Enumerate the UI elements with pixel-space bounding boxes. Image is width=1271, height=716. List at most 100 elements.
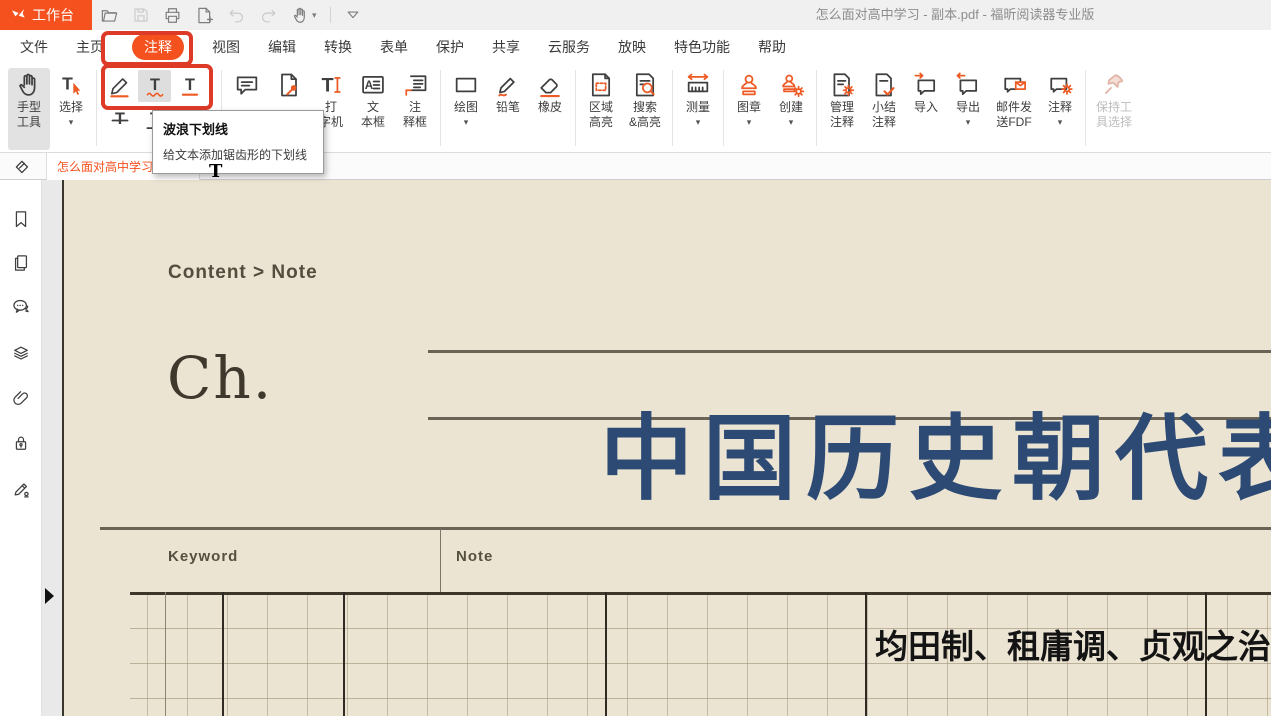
panel-expand-handle-icon[interactable] [45, 588, 54, 604]
create-stamp-button[interactable]: 创建 [770, 68, 812, 129]
menu-cloud[interactable]: 云服务 [548, 37, 590, 57]
svg-text:A: A [365, 79, 374, 92]
column-header-keyword: Keyword [168, 548, 238, 565]
hand-pointer-icon [291, 6, 310, 25]
stamp-icon [735, 71, 763, 99]
note-comment-button[interactable] [226, 68, 268, 102]
hand-tool-button[interactable]: 手型 工具 [8, 68, 50, 150]
import-comments-button[interactable]: 导入 [905, 68, 947, 117]
panel-gutter [42, 180, 62, 716]
eraser-icon [536, 71, 564, 99]
menu-convert[interactable]: 转换 [324, 37, 352, 57]
workspace-label: 工作台 [32, 5, 74, 25]
table-line [605, 592, 607, 716]
menu-bar: 文件 主页 注释 视图 编辑 转换 表单 保护 共享 云服务 放映 特色功能 帮… [0, 30, 1271, 64]
ribbon-divider [723, 70, 724, 146]
callout-button[interactable]: 注 释框 [394, 68, 436, 132]
open-folder-icon[interactable] [100, 6, 119, 25]
rectangle-icon [452, 71, 480, 99]
ribbon-divider [1085, 70, 1086, 146]
manage-comments-button[interactable]: 管理 注释 [821, 68, 863, 132]
undo-icon[interactable] [227, 6, 246, 25]
hand-caret-icon: ▾ [312, 10, 317, 21]
page-breadcrumb: Content > Note [168, 262, 318, 284]
textbox-button[interactable]: A 文 本框 [352, 68, 394, 132]
pdf-page[interactable]: Content > Note Ch. 中国历史朝代表 Keyword Note … [62, 180, 1271, 716]
textbox-icon: A [359, 71, 387, 99]
signature-icon[interactable] [11, 479, 31, 499]
menu-help[interactable]: 帮助 [758, 37, 786, 57]
security-icon[interactable] [11, 433, 31, 453]
pencil-button[interactable]: 铅笔 [487, 68, 529, 117]
drawing-button[interactable]: 绘图 [445, 68, 487, 129]
menu-form[interactable]: 表单 [380, 37, 408, 57]
callout-icon [401, 71, 429, 99]
menu-view[interactable]: 视图 [212, 37, 240, 57]
svg-text:T: T [150, 76, 160, 94]
window-title: 怎么面对高中学习 - 副本.pdf - 福昕阅读器专业版 [640, 0, 1270, 30]
menu-share[interactable]: 共享 [492, 37, 520, 57]
tooltip-description: 给文本添加锯齿形的下划线 [163, 146, 313, 163]
comments-settings-button[interactable]: 注释 [1039, 68, 1081, 129]
save-icon[interactable] [132, 6, 150, 24]
page-thumbnails-icon[interactable] [11, 253, 31, 273]
pushpin-icon [1100, 71, 1128, 99]
main-area: Content > Note Ch. 中国历史朝代表 Keyword Note … [0, 180, 1271, 716]
summarize-comments-button[interactable]: 小结 注释 [863, 68, 905, 132]
squiggly-underline-icon[interactable]: T [138, 70, 171, 102]
table-line [165, 592, 166, 716]
menu-features[interactable]: 特色功能 [674, 37, 730, 57]
print-icon[interactable] [163, 6, 182, 25]
qat-divider [330, 7, 331, 23]
measure-button[interactable]: 测量 [677, 68, 719, 129]
menu-present[interactable]: 放映 [618, 37, 646, 57]
workspace-button[interactable]: 工作台 [0, 0, 92, 30]
hand-icon [15, 71, 43, 99]
horizontal-rule [428, 350, 1271, 353]
search-highlight-icon [631, 71, 659, 99]
svg-text:T: T [321, 74, 333, 96]
page-gear-icon [828, 71, 856, 99]
redo-icon[interactable] [259, 6, 278, 25]
highlight-icon[interactable] [103, 70, 136, 102]
table-line [222, 592, 224, 716]
ribbon-divider [816, 70, 817, 146]
table-line [865, 592, 867, 716]
page-check-icon [870, 71, 898, 99]
menu-comment-active[interactable]: 注释 [132, 34, 184, 60]
menu-home[interactable]: 主页 [76, 37, 104, 57]
navigation-panel-sidebar [0, 180, 42, 716]
new-page-icon[interactable] [195, 6, 214, 25]
file-attachment-button[interactable] [268, 68, 310, 102]
menu-protect[interactable]: 保护 [436, 37, 464, 57]
export-comments-button[interactable]: 导出 [947, 68, 989, 129]
search-highlight-button[interactable]: 搜索 &高亮 [622, 68, 668, 132]
bookmark-icon[interactable] [11, 209, 31, 229]
attachments-icon[interactable] [11, 388, 31, 408]
file-pin-icon [275, 71, 303, 99]
strikeout-icon[interactable]: T [103, 104, 136, 136]
customize-toolbar-icon[interactable] [344, 6, 362, 24]
typewriter-icon: T [317, 71, 345, 99]
underline-icon[interactable]: T [173, 70, 206, 102]
note-bubble-icon [233, 71, 261, 99]
title-bar: 工作台 ▾ 怎么面对高中学习 - 副本.pdf - 福昕阅读器专业版 [0, 0, 1271, 30]
select-text-icon: T [57, 71, 85, 99]
layers-icon[interactable] [11, 343, 31, 363]
annotation-eraser-icon[interactable] [11, 156, 32, 177]
horizontal-rule [100, 527, 1271, 530]
column-header-note: Note [456, 548, 493, 565]
stamp-button[interactable]: 图章 [728, 68, 770, 129]
bubble-gear-icon [1046, 71, 1074, 99]
area-highlight-icon [587, 71, 615, 99]
hand-pointer-dropdown[interactable]: ▾ [291, 6, 317, 25]
comments-panel-icon[interactable] [11, 297, 31, 317]
email-fdf-button[interactable]: 邮件发 送FDF [989, 68, 1039, 132]
svg-text:T: T [62, 74, 73, 94]
select-tool-button[interactable]: T 选择 [50, 68, 92, 129]
menu-edit[interactable]: 编辑 [268, 37, 296, 57]
stamp-gear-icon [777, 71, 805, 99]
eraser-button[interactable]: 橡皮 [529, 68, 571, 117]
area-highlight-button[interactable]: 区域 高亮 [580, 68, 622, 132]
menu-file[interactable]: 文件 [20, 37, 48, 57]
